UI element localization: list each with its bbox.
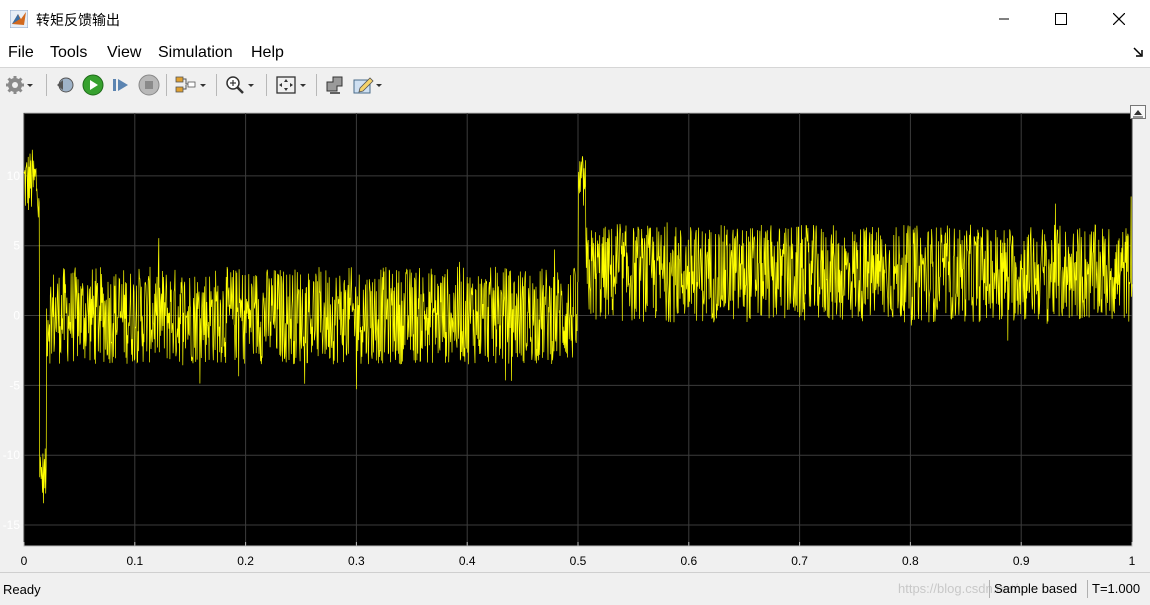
cursor-measurements-button[interactable] [324,74,346,96]
toolbar-separator [166,74,167,96]
highlight-icon [353,77,374,94]
status-ready: Ready [3,582,41,597]
close-icon [1113,13,1125,25]
y-tick-label: -10 [3,448,21,462]
undock-arrow-icon[interactable] [1133,47,1143,57]
menu-tools[interactable]: Tools [50,44,87,62]
toolbar [0,67,1150,103]
expand-icon [1133,110,1143,118]
signal-selector-button[interactable] [174,74,208,96]
scope-panel: 0 0.1 0.2 0.3 0.4 0.5 0.6 0.7 0.8 0.9 1 10 5 0 -5 -10 -… [0,102,1150,572]
zoom-button[interactable] [224,74,256,96]
x-tick-label: 0.1 [126,554,143,568]
stop-button[interactable] [138,74,160,96]
maximize-icon [1055,13,1067,25]
x-tick-label: 0.3 [348,554,365,568]
close-button[interactable] [1090,0,1148,38]
y-tick-label: -5 [9,378,20,392]
x-tick-label: 0.8 [902,554,919,568]
minimize-button[interactable] [975,0,1033,38]
autoscale-button[interactable] [274,74,308,96]
menu-view[interactable]: View [107,44,141,62]
x-tick-label: 0.6 [680,554,697,568]
x-tick-label: 0.9 [1013,554,1030,568]
y-tick-label: 10 [7,169,21,183]
run-button[interactable] [82,74,104,96]
signal-selector-icon [175,76,196,93]
x-tick-label: 0.5 [570,554,587,568]
status-bar: Ready https://blog.csdn.net/... Sample b… [0,572,1150,605]
dropdown-icon[interactable] [25,75,35,95]
status-time: T=1.000 [1087,580,1140,598]
toolbar-separator [216,74,217,96]
step-back-icon [57,77,74,93]
status-sample-based: Sample based [989,580,1077,598]
menu-help[interactable]: Help [251,44,284,62]
toolbar-separator [266,74,267,96]
scope-plot[interactable]: 0 0.1 0.2 0.3 0.4 0.5 0.6 0.7 0.8 0.9 1 10 5 0 -5 -10 -… [0,102,1150,572]
x-tick-label: 0.7 [791,554,808,568]
dropdown-icon[interactable] [246,75,256,95]
step-forward-icon [113,79,128,91]
dropdown-icon[interactable] [298,75,308,95]
maximize-button[interactable] [1032,0,1090,38]
menu-file[interactable]: File [8,44,34,62]
toolbar-separator [46,74,47,96]
step-back-button[interactable] [54,74,76,96]
configuration-button[interactable] [5,74,35,96]
zoom-in-icon [226,76,244,94]
minimize-icon [999,18,1009,20]
highlight-button[interactable] [352,74,384,96]
menu-simulation[interactable]: Simulation [158,44,233,62]
window-title: 转矩反馈输出 [36,13,120,29]
dropdown-icon[interactable] [198,75,208,95]
menu-bar: File Tools View Simulation Help [0,38,1150,67]
step-forward-button[interactable] [110,74,132,96]
stop-icon [138,74,160,96]
expand-plot-button[interactable] [1130,105,1146,119]
y-tick-label: 0 [13,309,20,323]
gear-icon [6,76,24,94]
run-icon [82,74,104,96]
x-tick-label: 0.4 [459,554,476,568]
y-tick-label: -15 [3,518,21,532]
cursor-measure-icon [326,76,343,94]
x-tick-label: 1 [1129,554,1136,568]
dropdown-icon[interactable] [374,75,384,95]
matlab-icon [10,10,28,28]
toolbar-separator [316,74,317,96]
x-tick-label: 0.2 [237,554,254,568]
autoscale-icon [276,76,296,94]
y-axis-ticks: 10 5 0 -5 -10 -15 [3,169,21,532]
title-bar: 转矩反馈输出 [0,0,1150,38]
x-tick-label: 0 [21,554,28,568]
y-tick-label: 5 [13,239,20,253]
